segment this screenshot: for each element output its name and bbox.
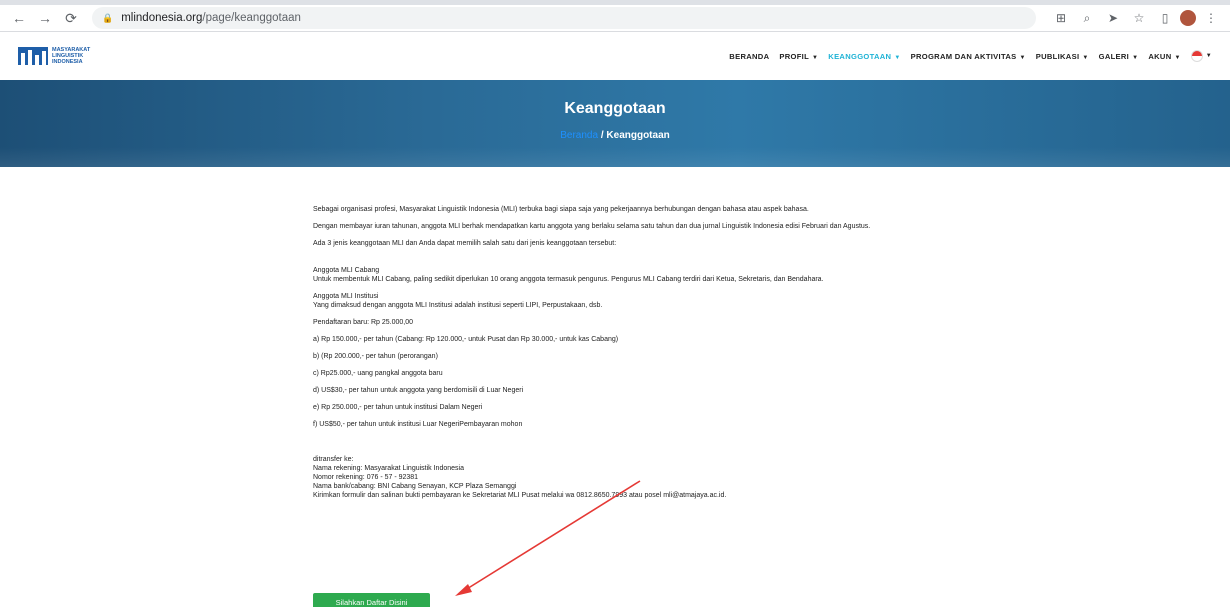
fee-item-b: b) (Rp 200.000,- per tahun (perorangan) bbox=[313, 353, 438, 360]
institusi-text: Yang dimaksud dengan anggota MLI Institu… bbox=[313, 302, 603, 309]
main-menu: BERANDA PROFIL ▼ KEANGGOTAAN ▼ PROGRAM DAN… bbox=[719, 50, 1212, 62]
transfer-line: Nama bank/cabang: BNI Cabang Senayan, KC… bbox=[313, 483, 517, 490]
reload-icon[interactable]: ⟳ bbox=[60, 8, 82, 28]
menu-beranda[interactable]: BERANDA bbox=[729, 52, 769, 61]
transfer-info: ditransfer ke: Nama rekening: Masyarakat… bbox=[313, 455, 910, 500]
profile-avatar[interactable] bbox=[1180, 10, 1196, 26]
breadcrumb-current: Keanggotaan bbox=[606, 130, 670, 141]
fee-item-f: f) US$50,- per tahun untuk institusi Lua… bbox=[313, 421, 523, 428]
transfer-line: Nama rekening: Masyarakat Linguistik Ind… bbox=[313, 465, 464, 472]
url-path: /page/keanggotaan bbox=[202, 12, 301, 24]
url-host: mlindonesia.org bbox=[121, 12, 203, 24]
register-button[interactable]: Silahkan Daftar Disini bbox=[313, 593, 430, 607]
fee-item-e: e) Rp 250.000,- per tahun untuk institus… bbox=[313, 404, 483, 411]
types-paragraph: Ada 3 jenis keanggotaan MLI dan Anda dap… bbox=[313, 240, 617, 247]
menu-publikasi[interactable]: PUBLIKASI ▼ bbox=[1036, 52, 1089, 61]
translate-icon[interactable]: ⊞ bbox=[1050, 11, 1072, 25]
site-logo[interactable]: MASYARAKAT LINGUISTIK INDONESIA bbox=[18, 47, 90, 65]
fee-item-a: a) Rp 150.000,- per tahun (Cabang: Rp 12… bbox=[313, 336, 619, 343]
forward-icon[interactable]: → bbox=[34, 8, 56, 28]
caret-down-icon: ▼ bbox=[1174, 54, 1181, 61]
transfer-line: Nomor rekening: 076 - 57 - 92381 bbox=[313, 474, 419, 481]
caret-down-icon[interactable]: ▼ bbox=[1206, 53, 1212, 59]
transfer-line: Kirimkan formulir dan salinan bukti pemb… bbox=[313, 492, 727, 499]
page-title: Keanggotaan bbox=[564, 100, 666, 117]
menu-galeri[interactable]: GALERI ▼ bbox=[1099, 52, 1139, 61]
logo-text: MASYARAKAT LINGUISTIK INDONESIA bbox=[52, 47, 91, 65]
bookmark-star-icon[interactable]: ☆ bbox=[1128, 11, 1150, 25]
logo-mark-icon bbox=[18, 47, 48, 65]
cabang-title: Anggota MLI Cabang bbox=[313, 267, 380, 274]
caret-down-icon: ▼ bbox=[812, 54, 819, 61]
page-banner: Keanggotaan Beranda / Keanggotaan bbox=[0, 80, 1230, 167]
menu-profil[interactable]: PROFIL ▼ bbox=[779, 52, 818, 61]
institusi-title: Anggota MLI Institusi bbox=[313, 293, 379, 300]
share-icon[interactable]: ➤ bbox=[1102, 11, 1124, 25]
caret-down-icon: ▼ bbox=[1132, 54, 1139, 61]
caret-down-icon: ▼ bbox=[1019, 54, 1026, 61]
intro-paragraph: Sebagai organisasi profesi, Masyarakat L… bbox=[313, 206, 809, 213]
back-icon[interactable]: ← bbox=[8, 8, 30, 28]
side-panel-icon[interactable]: ▯ bbox=[1154, 11, 1176, 25]
menu-program-dan-aktivitas[interactable]: PROGRAM DAN AKTIVITAS ▼ bbox=[911, 52, 1026, 61]
membership-content: Sebagai organisasi profesi, Masyarakat L… bbox=[313, 205, 910, 500]
transfer-line: ditransfer ke: bbox=[313, 456, 354, 463]
registration-fee: Pendaftaran baru: Rp 25.000,00 bbox=[313, 319, 414, 326]
benefit-paragraph: Dengan membayar iuran tahunan, anggota M… bbox=[313, 223, 871, 230]
more-menu-icon[interactable]: ⋮ bbox=[1200, 11, 1222, 25]
caret-down-icon: ▼ bbox=[894, 54, 901, 61]
fee-item-c: c) Rp25.000,- uang pangkal anggota baru bbox=[313, 370, 443, 377]
language-flag-icon[interactable] bbox=[1190, 50, 1203, 62]
site-header: MASYARAKAT LINGUISTIK INDONESIA BERANDA … bbox=[0, 32, 1230, 80]
browser-toolbar: ← → ⟳ 🔒 mlindonesia.org/page/keanggotaan… bbox=[0, 5, 1230, 32]
institusi-section: Anggota MLI Institusi Yang dimaksud deng… bbox=[313, 292, 910, 310]
fee-item-d: d) US$30,- per tahun untuk anggota yang … bbox=[313, 387, 524, 394]
breadcrumb: Beranda / Keanggotaan bbox=[560, 130, 670, 141]
lock-icon[interactable]: 🔒 bbox=[102, 13, 113, 24]
cabang-section: Anggota MLI Cabang Untuk membentuk MLI C… bbox=[313, 266, 910, 284]
menu-akun[interactable]: AKUN ▼ bbox=[1148, 52, 1180, 61]
caret-down-icon: ▼ bbox=[1082, 54, 1089, 61]
menu-keanggotaan[interactable]: KEANGGOTAAN ▼ bbox=[828, 52, 900, 61]
zoom-icon[interactable]: ⌕ bbox=[1076, 11, 1098, 26]
address-bar[interactable]: 🔒 mlindonesia.org/page/keanggotaan bbox=[92, 7, 1036, 29]
cabang-text: Untuk membentuk MLI Cabang, paling sedik… bbox=[313, 276, 824, 283]
breadcrumb-home-link[interactable]: Beranda bbox=[560, 130, 598, 141]
